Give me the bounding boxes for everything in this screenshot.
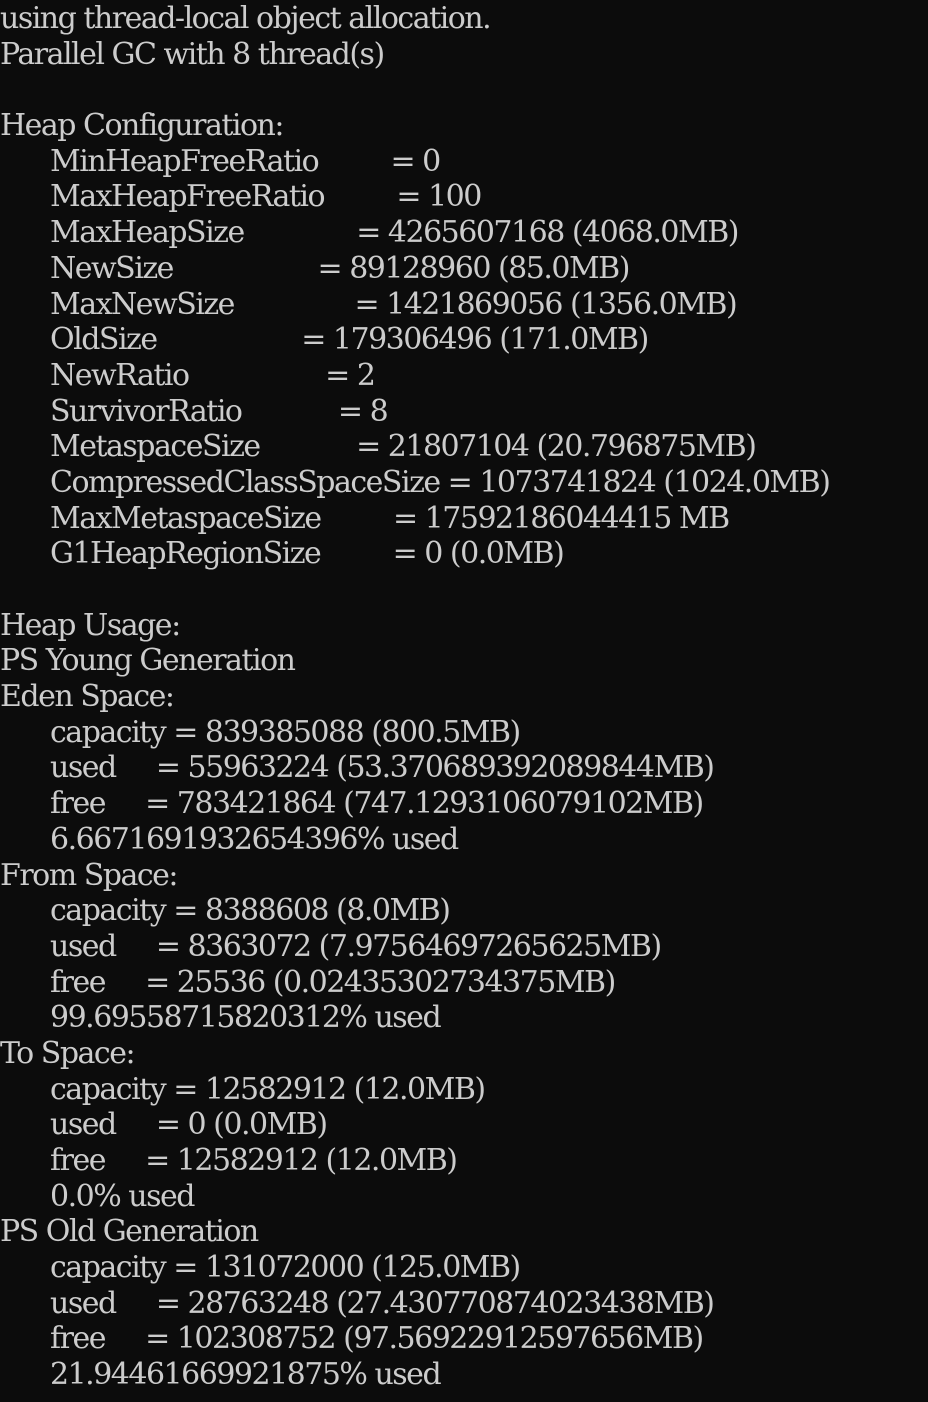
output-line: free = 102308752 (97.56922912597656MB) — [50, 1321, 704, 1357]
output-line: NewSize = 89128960 (85.0MB) — [50, 250, 630, 286]
output-line: SurvivorRatio = 8 — [50, 393, 389, 429]
output-line: To Space: — [0, 1035, 136, 1071]
output-line: OldSize = 179306496 (171.0MB) — [50, 322, 649, 358]
output-line: PS Old Generation — [0, 1214, 259, 1250]
output-line: free = 12582912 (12.0MB) — [50, 1143, 458, 1178]
output-line: G1HeapRegionSize = 0 (0.0MB) — [50, 536, 565, 572]
output-line: 0.0% used — [50, 1178, 195, 1214]
output-line: PS Young Generation — [0, 643, 296, 679]
output-line: used = 8363072 (7.97564697265625MB) — [50, 928, 662, 964]
output-line: MaxHeapSize = 4265607168 (4068.0MB) — [50, 215, 739, 251]
output-line: Eden Space: — [0, 679, 175, 715]
output-line: MaxNewSize = 1421869056 (1356.0MB) — [50, 286, 738, 322]
output-line: 21.94461669921875% used — [50, 1357, 442, 1393]
terminal-window: using thread-local object allocation. Par… — [0, 0, 928, 1402]
output-line: 6.6671691932654396% used — [50, 821, 459, 857]
output-line: used = 55963224 (53.370689392089844MB) — [50, 750, 715, 786]
output-line: free = 25536 (0.02435302734375MB) — [50, 964, 616, 1000]
output-line: capacity = 8388608 (8.0MB) — [50, 893, 451, 929]
output-line: used = 0 (0.0MB) — [50, 1107, 328, 1143]
output-line: MaxHeapFreeRatio = 100 — [50, 179, 482, 215]
output-line: From Space: — [0, 857, 179, 893]
output-line: capacity = 839385088 (800.5MB) — [50, 714, 521, 750]
output-line: used = 28763248 (27.430770874023438MB) — [50, 1285, 715, 1321]
output-line: capacity = 131072000 (125.0MB) — [50, 1250, 521, 1286]
output-line: MaxMetaspaceSize = 17592186044415 MB — [50, 500, 730, 536]
output-line: capacity = 12582912 (12.0MB) — [50, 1071, 486, 1107]
output-line: 99.69558715820312% used — [50, 1000, 442, 1036]
output-line: free = 783421864 (747.1293106079102MB) — [50, 786, 704, 822]
output-line: Heap Configuration: — [0, 108, 284, 144]
output-line: CompressedClassSpaceSize = 1073741824 (1… — [50, 464, 831, 500]
terminal-output: using thread-local object allocation. Par… — [0, 1, 928, 1393]
output-line: using thread-local object allocation. — [0, 1, 492, 36]
output-line: MinHeapFreeRatio = 0 — [50, 143, 441, 179]
output-line: NewRatio = 2 — [50, 357, 376, 393]
output-line: Parallel GC with 8 thread(s) — [0, 36, 385, 72]
output-line: MetaspaceSize = 21807104 (20.796875MB) — [50, 429, 757, 465]
output-line: Heap Usage: — [0, 607, 181, 643]
